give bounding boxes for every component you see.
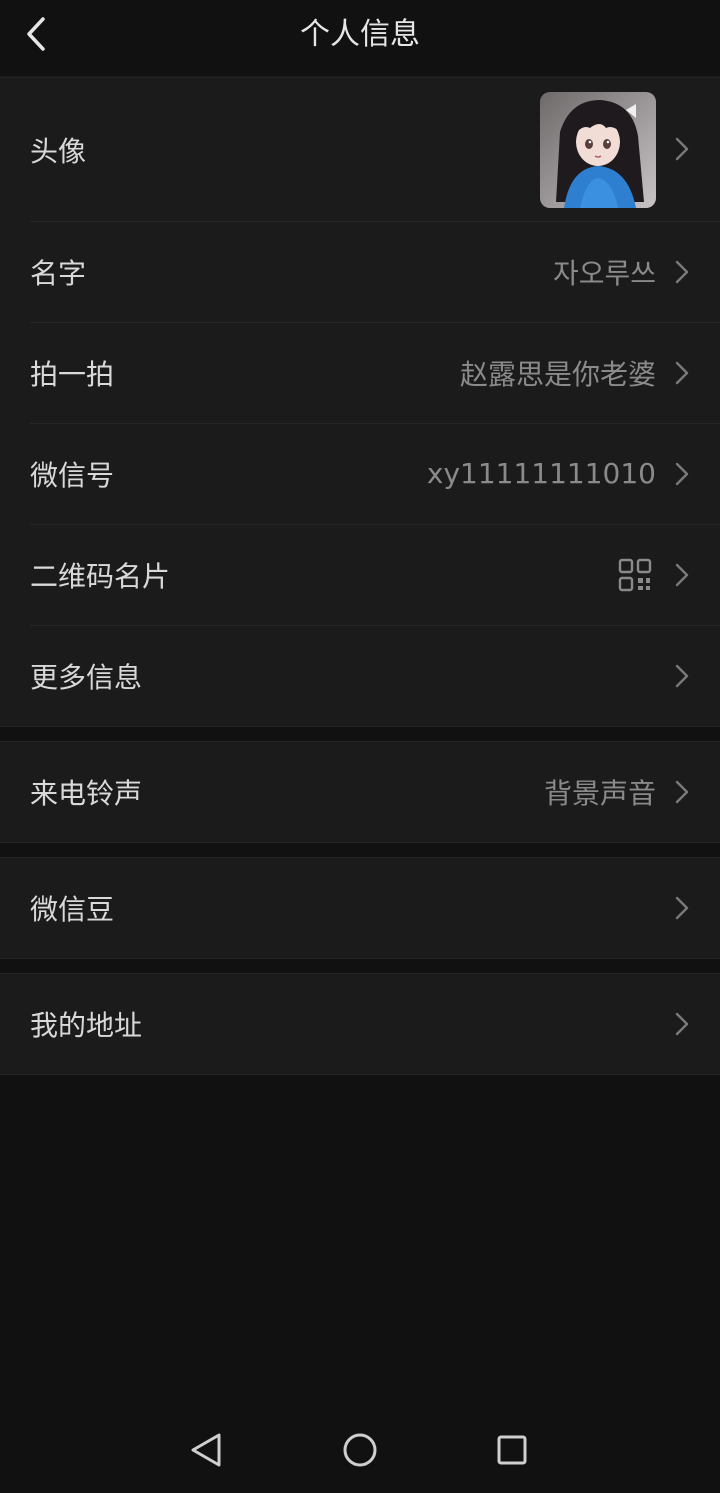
divider bbox=[30, 221, 720, 222]
more-info-label: 更多信息 bbox=[30, 660, 143, 694]
qr-card-row[interactable]: 二维码名片 bbox=[0, 524, 720, 625]
my-address-row[interactable]: 我的地址 bbox=[0, 974, 720, 1074]
chevron-right-icon bbox=[675, 896, 689, 920]
divider bbox=[30, 625, 720, 626]
ringtone-group: 来电铃声 背景声音 bbox=[0, 741, 720, 843]
profile-group: 头像 名字 자오루쓰 拍一拍 赵露思是你老婆 微信号 xy11111111010… bbox=[0, 77, 720, 727]
page-title: 个人信息 bbox=[300, 17, 420, 52]
chevron-right-icon bbox=[675, 563, 689, 586]
avatar-image bbox=[540, 92, 656, 208]
pat-row[interactable]: 拍一拍 赵露思是你老婆 bbox=[0, 322, 720, 423]
name-row[interactable]: 名字 자오루쓰 bbox=[0, 221, 720, 322]
triangle-back-icon bbox=[191, 1433, 221, 1467]
wechat-id-row[interactable]: 微信号 xy11111111010 bbox=[0, 423, 720, 524]
chevron-right-icon bbox=[675, 780, 689, 804]
qr-card-label: 二维码名片 bbox=[30, 559, 171, 593]
chevron-right-icon bbox=[675, 361, 689, 384]
avatar-label: 头像 bbox=[30, 134, 87, 168]
wechat-id-label: 微信号 bbox=[30, 458, 115, 492]
qr-code-icon bbox=[618, 558, 652, 591]
ringtone-value: 背景声音 bbox=[543, 777, 656, 810]
wechat-beans-row[interactable]: 微信豆 bbox=[0, 858, 720, 958]
system-back-button[interactable] bbox=[181, 1425, 231, 1475]
system-navigation-bar bbox=[0, 1407, 720, 1493]
avatar-row[interactable]: 头像 bbox=[0, 78, 720, 221]
circle-home-icon bbox=[343, 1433, 377, 1467]
my-address-label: 我的地址 bbox=[30, 1009, 143, 1042]
chevron-right-icon bbox=[675, 137, 689, 161]
square-recents-icon bbox=[497, 1435, 527, 1465]
chevron-right-icon bbox=[675, 1012, 689, 1036]
divider bbox=[30, 423, 720, 424]
name-label: 名字 bbox=[30, 256, 87, 290]
wechat-beans-group: 微信豆 bbox=[0, 857, 720, 959]
wechat-id-value: xy11111111010 bbox=[426, 457, 656, 490]
wechat-beans-label: 微信豆 bbox=[30, 893, 115, 926]
avatar[interactable] bbox=[540, 92, 656, 208]
ringtone-row[interactable]: 来电铃声 背景声音 bbox=[0, 742, 720, 842]
divider bbox=[30, 322, 720, 323]
name-value: 자오루쓰 bbox=[552, 256, 656, 290]
pat-label: 拍一拍 bbox=[30, 357, 115, 391]
divider bbox=[30, 524, 720, 525]
personal-info-screen: 个人信息 头像 名字 자오루쓰 拍一拍 赵露思是你老婆 微信号 xy111111… bbox=[0, 0, 720, 1493]
system-home-button[interactable] bbox=[335, 1425, 385, 1475]
chevron-right-icon bbox=[675, 462, 689, 485]
pat-value: 赵露思是你老婆 bbox=[459, 357, 656, 391]
ringtone-label: 来电铃声 bbox=[30, 777, 143, 810]
chevron-right-icon bbox=[675, 664, 689, 687]
system-recents-button[interactable] bbox=[487, 1425, 537, 1475]
my-address-group: 我的地址 bbox=[0, 973, 720, 1075]
top-bar: 个人信息 bbox=[0, 0, 720, 77]
chevron-right-icon bbox=[675, 260, 689, 283]
more-info-row[interactable]: 更多信息 bbox=[0, 625, 720, 726]
